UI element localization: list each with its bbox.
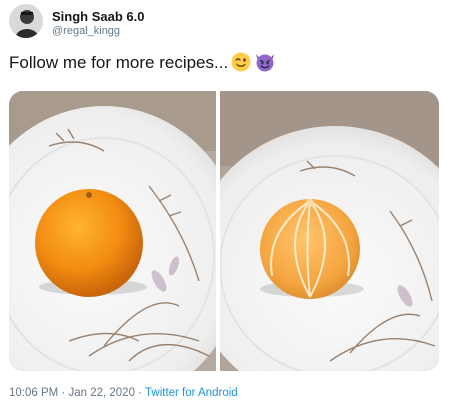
tweet-time[interactable]: 10:06 PM bbox=[9, 387, 58, 399]
tweet-source-link[interactable]: Twitter for Android bbox=[145, 387, 238, 399]
winking-face-emoji bbox=[231, 52, 251, 77]
tweet-metadata: 10:06 PM · Jan 22, 2020 · Twitter for An… bbox=[9, 387, 238, 399]
author-handle[interactable]: @regal_kingg bbox=[52, 25, 120, 37]
smiling-face-with-horns-emoji bbox=[254, 52, 276, 77]
meta-separator: · bbox=[58, 387, 69, 399]
tweet-date[interactable]: Jan 22, 2020 bbox=[68, 387, 135, 399]
whole-mandarin-on-plate-photo[interactable] bbox=[9, 91, 216, 371]
meta-separator: · bbox=[134, 387, 145, 399]
author-display-name[interactable]: Singh Saab 6.0 bbox=[52, 9, 144, 24]
tweet-text-body: Follow me for more recipes... bbox=[9, 53, 229, 72]
peeled-mandarin-on-plate-photo[interactable] bbox=[220, 91, 439, 371]
tweet-text: Follow me for more recipes... bbox=[9, 52, 276, 77]
avatar[interactable] bbox=[9, 4, 43, 38]
